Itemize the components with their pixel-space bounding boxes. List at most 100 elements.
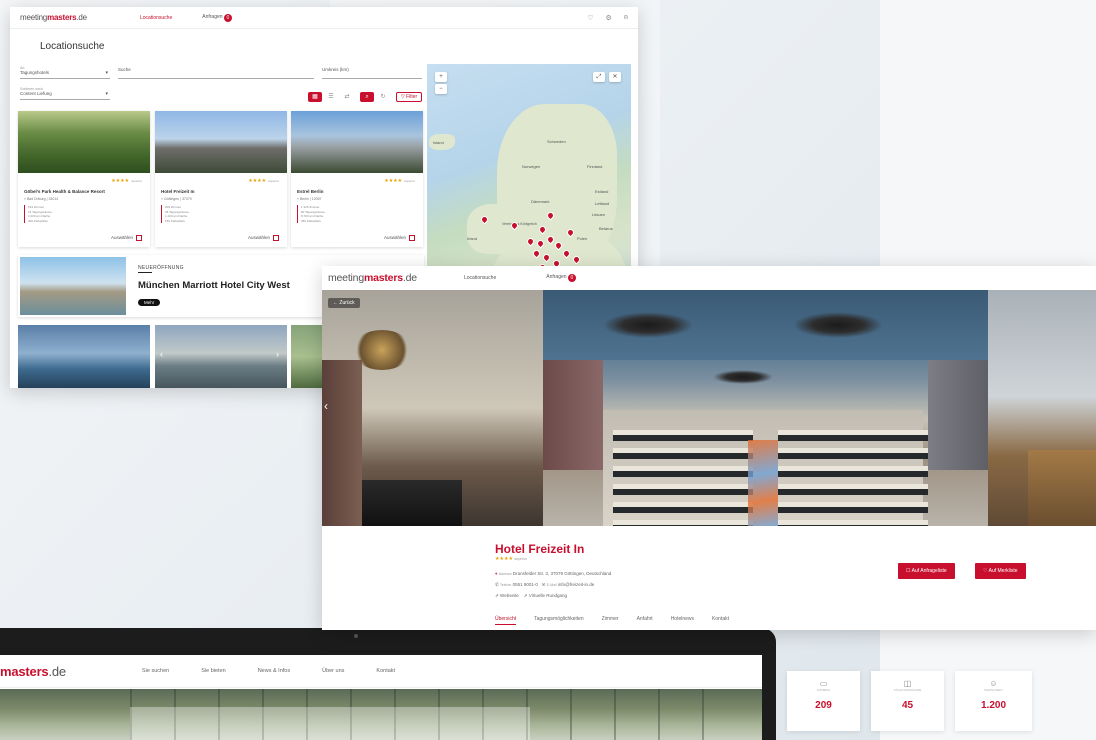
fullscreen-icon[interactable]: ⤢ (593, 72, 605, 82)
close-icon[interactable]: ✕ (609, 72, 621, 82)
zoom-out-button[interactable]: − (435, 84, 447, 94)
nav-link-ueber-uns[interactable]: Über uns (322, 668, 344, 674)
sort-select[interactable]: Sortieren nach Content Liefung ▾ (20, 87, 110, 100)
chairs (362, 480, 462, 526)
gallery-photo-right[interactable] (988, 290, 1096, 526)
hotel-photo[interactable] (18, 325, 150, 388)
hotel-address: ⌖ Bad Driburg | 33014 (24, 197, 59, 201)
hotel-photo[interactable] (155, 325, 287, 388)
search-input[interactable]: Suche (118, 67, 314, 79)
page-title: Locationsuche (40, 41, 105, 52)
wooden-table (1028, 450, 1096, 526)
hotel-photo (291, 111, 423, 173)
gallery-prev-icon[interactable]: ‹ (324, 399, 328, 413)
map-label: Irland (467, 236, 478, 241)
logo[interactable]: masters.de (0, 664, 110, 679)
tab-meeting-options[interactable]: Tagungsmöglichkeiten (534, 616, 583, 625)
select-checkbox[interactable]: Auswählen (111, 235, 142, 241)
banner-more-button[interactable]: Mehr (138, 299, 161, 306)
back-button[interactable]: ← Zurück (328, 298, 360, 308)
add-to-wishlist-button[interactable]: ♡ Auf Merkliste (975, 563, 1026, 579)
website-link[interactable]: Webseite (500, 593, 519, 598)
chevron-down-icon: ▾ (105, 70, 108, 76)
logo[interactable]: meetingmasters.de (328, 272, 458, 284)
nav-link-locationsuche[interactable]: Locationsuche (140, 15, 172, 21)
hotel-address: ⌖ Berlin | 12057 (297, 197, 322, 201)
add-to-request-list-button[interactable]: ☐ Auf Anfrageliste (898, 563, 955, 579)
compare-view-button[interactable]: ⇄ (340, 92, 354, 102)
ceiling-lamp (713, 370, 773, 384)
heart-icon: ♡ (983, 568, 988, 574)
banner-photo (20, 257, 126, 315)
tab-rooms[interactable]: Zimmer (602, 616, 619, 625)
phone-icon: ✆ (495, 582, 499, 587)
carousel-next-icon[interactable]: › (276, 349, 279, 359)
banner-title: München Marriott Hotel City West (138, 280, 290, 291)
map-label: Island (433, 140, 444, 145)
map-label: Norwegen (522, 164, 541, 169)
virtual-tour-link[interactable]: Virtuelle Rundgang (529, 593, 567, 598)
location-icon: ⌖ (495, 571, 498, 576)
gear-icon[interactable]: ⚙ (606, 14, 612, 22)
chevron-down-icon: ▾ (105, 91, 108, 97)
hotel-tabs: Übersicht Tagungsmöglichkeiten Zimmer An… (495, 616, 729, 625)
list-view-button[interactable]: ☰ (324, 92, 338, 102)
nav-link-sie-bieten[interactable]: Sie bieten (201, 668, 225, 674)
gallery-photo-left[interactable] (322, 290, 543, 526)
tab-overview[interactable]: Übersicht (495, 616, 517, 625)
star-rating: ★★★★ superior (248, 178, 279, 184)
heart-icon[interactable]: ♡ (587, 14, 593, 22)
nav-link-locationsuche[interactable]: Locationsuche (464, 275, 496, 281)
nav-link-anfragen[interactable]: Anfragen 0 (202, 13, 232, 22)
zoom-in-button[interactable]: + (435, 72, 447, 82)
gallery-photo-main[interactable] (543, 290, 988, 526)
mail-icon: ✉ (541, 582, 546, 587)
tab-directions[interactable]: Anfahrt (637, 616, 653, 625)
refresh-icon[interactable]: ↻ (376, 92, 390, 102)
map-view-button[interactable]: ⌕ (360, 92, 374, 102)
type-select[interactable]: Art Tagungshotels ▾ (20, 66, 110, 79)
hotel-title: Göbel’s Park Health & Balance Resort (24, 189, 105, 194)
tab-contact[interactable]: Kontakt (712, 616, 729, 625)
ceiling-lamp (603, 312, 693, 338)
requests-badge: 0 (567, 274, 576, 282)
hotel-detail-screen: meetingmasters.de Locationsuche Anfragen… (322, 266, 1096, 630)
presentation-icon: ◫ (903, 679, 912, 688)
nav-link-anfragen[interactable]: Anfragen 0 (546, 274, 576, 282)
map-label: Lettland (595, 201, 610, 206)
carousel-prev-icon[interactable]: ‹ (160, 349, 163, 359)
ceiling-lamp (793, 312, 883, 338)
hotel-details: 1.125 Zimmer 60 Tagungsräume 8.700 qm Fläc… (297, 205, 325, 223)
select-checkbox[interactable]: Auswählen (248, 235, 279, 241)
nav-link-news[interactable]: News & Infos (258, 668, 290, 674)
link-icon: ⇗ (495, 593, 499, 598)
user-icon[interactable]: ⍝ (624, 14, 628, 22)
window-curtains (543, 360, 603, 470)
hotel-card[interactable]: ★★★★ superior Hotel Freizeit In ⌖ Götting… (155, 111, 287, 247)
hotel-contact: ✆ Telefon 0551 9001-0 ✉ E-Mail info@frei… (495, 582, 595, 587)
banner-divider (138, 272, 152, 273)
filter-icon: ▽ (400, 94, 405, 100)
map-label: Vereinigtes Königreich (502, 222, 537, 226)
select-checkbox[interactable]: Auswählen (384, 235, 415, 241)
nav-link-sie-suchen[interactable]: Sie suchen (142, 668, 169, 674)
grid-view-button[interactable]: ▦ (308, 92, 322, 102)
filter-button[interactable]: ▽ Filter (396, 92, 422, 102)
hotel-address: ⌖ Göttingen | 37079 (161, 197, 192, 201)
homepage-screen: masters.de Sie suchen Sie bieten News & … (0, 655, 762, 740)
star-rating: ★★★★ superior (111, 178, 142, 184)
curtain (322, 360, 362, 526)
hotel-card[interactable]: ★★★★ superior Göbel’s Park Health & Balan… (18, 111, 150, 247)
nav-link-kontakt[interactable]: Kontakt (376, 668, 395, 674)
top-navigation: meetingmasters.de Locationsuche Anfragen… (322, 266, 1096, 290)
hotel-address: ⌖ Adresse Dransfelder Str. 3, 37079 Gött… (495, 571, 612, 576)
radius-input[interactable]: Umkreis (km) (322, 67, 422, 79)
table-rows-right (778, 430, 928, 526)
star-rating: ★★★★ superior (495, 556, 527, 562)
map-label: Belarus (599, 226, 613, 231)
hotel-card[interactable]: ★★★★ superior Estrel Berlin ⌖ Berlin | 12… (291, 111, 423, 247)
tab-hotel-news[interactable]: Hotelnews (671, 616, 694, 625)
hotel-title: Estrel Berlin (297, 189, 324, 194)
bed-icon: ▭ (819, 679, 828, 688)
logo[interactable]: meetingmasters.de (20, 13, 120, 22)
